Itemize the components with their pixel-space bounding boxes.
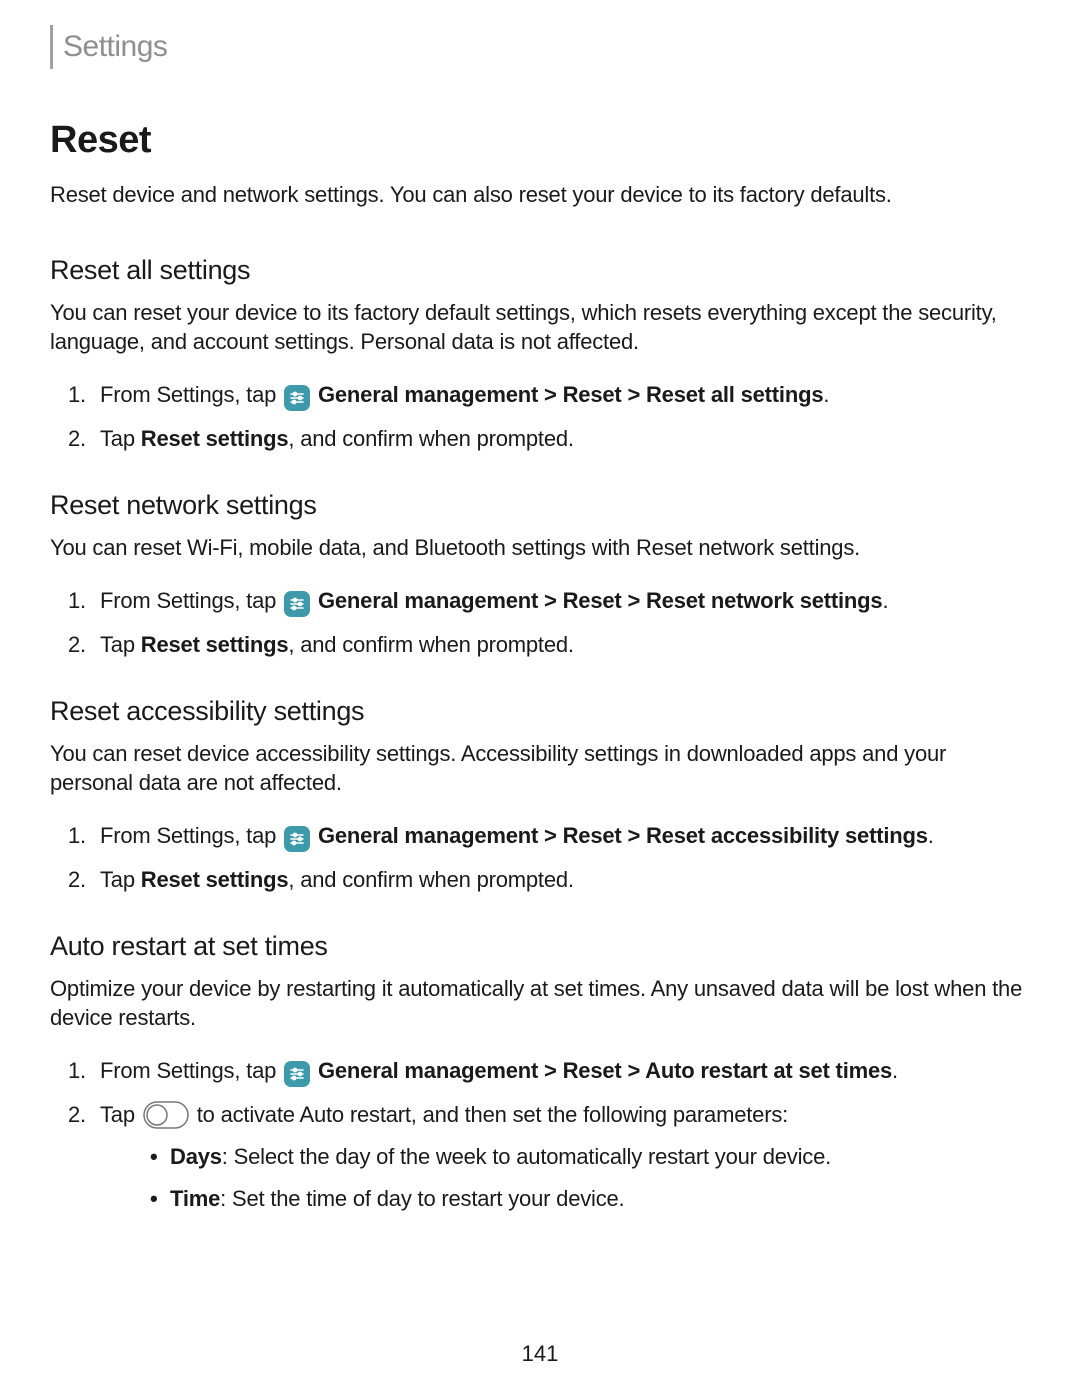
step-item: From Settings, tap General management > … xyxy=(50,1055,1025,1087)
step-action: Reset settings xyxy=(141,426,289,451)
period: . xyxy=(928,823,934,848)
menu-path: General management > Reset > Auto restar… xyxy=(318,1058,892,1083)
sublist-item: Days: Select the day of the week to auto… xyxy=(100,1141,1025,1173)
period: . xyxy=(882,588,888,613)
step-item: Tap Reset settings, and confirm when pro… xyxy=(50,629,1025,661)
sublist-item: Time: Set the time of day to restart you… xyxy=(100,1183,1025,1215)
steps-list: From Settings, tap General management > … xyxy=(50,1055,1025,1215)
step-item: Tap Reset settings, and confirm when pro… xyxy=(50,423,1025,455)
sliders-icon xyxy=(284,826,310,852)
section-heading: Reset all settings xyxy=(50,255,1025,286)
bullet-text: : Set the time of day to restart your de… xyxy=(220,1186,624,1211)
step-text: , and confirm when prompted. xyxy=(288,867,573,892)
step-text: From Settings, tap xyxy=(100,1058,282,1083)
step-item: From Settings, tap General management > … xyxy=(50,379,1025,411)
header-title: Settings xyxy=(63,30,167,64)
step-item: From Settings, tap General management > … xyxy=(50,820,1025,852)
page-header: Settings xyxy=(50,25,1025,69)
sliders-icon xyxy=(284,591,310,617)
section-heading: Reset network settings xyxy=(50,490,1025,521)
step-action: Reset settings xyxy=(141,867,289,892)
menu-path: General management > Reset > Reset netwo… xyxy=(318,588,882,613)
toggle-off-icon xyxy=(143,1101,189,1129)
period: . xyxy=(892,1058,898,1083)
section-reset-accessibility: Reset accessibility settings You can res… xyxy=(50,696,1025,896)
step-text: , and confirm when prompted. xyxy=(288,632,573,657)
section-desc: You can reset Wi-Fi, mobile data, and Bl… xyxy=(50,533,1025,563)
sublist: Days: Select the day of the week to auto… xyxy=(100,1141,1025,1215)
section-reset-network: Reset network settings You can reset Wi-… xyxy=(50,490,1025,661)
section-desc: You can reset device accessibility setti… xyxy=(50,739,1025,798)
main-intro: Reset device and network settings. You c… xyxy=(50,180,1025,210)
menu-path: General management > Reset > Reset acces… xyxy=(318,823,928,848)
step-text: From Settings, tap xyxy=(100,382,282,407)
step-text: Tap xyxy=(100,632,141,657)
sliders-icon xyxy=(284,385,310,411)
step-action: Reset settings xyxy=(141,632,289,657)
step-text: From Settings, tap xyxy=(100,588,282,613)
step-item: Tap to activate Auto restart, and then s… xyxy=(50,1099,1025,1215)
section-auto-restart: Auto restart at set times Optimize your … xyxy=(50,931,1025,1215)
section-heading: Reset accessibility settings xyxy=(50,696,1025,727)
steps-list: From Settings, tap General management > … xyxy=(50,820,1025,896)
step-item: From Settings, tap General management > … xyxy=(50,585,1025,617)
step-text: , and confirm when prompted. xyxy=(288,426,573,451)
step-text: Tap xyxy=(100,1102,141,1127)
section-desc: You can reset your device to its factory… xyxy=(50,298,1025,357)
step-text: Tap xyxy=(100,426,141,451)
section-heading: Auto restart at set times xyxy=(50,931,1025,962)
bullet-label: Time xyxy=(170,1186,220,1211)
bullet-label: Days xyxy=(170,1144,222,1169)
sliders-icon xyxy=(284,1061,310,1087)
step-text: From Settings, tap xyxy=(100,823,282,848)
main-heading: Reset xyxy=(50,119,1025,162)
steps-list: From Settings, tap General management > … xyxy=(50,379,1025,455)
section-reset-all: Reset all settings You can reset your de… xyxy=(50,255,1025,455)
period: . xyxy=(823,382,829,407)
step-text: to activate Auto restart, and then set t… xyxy=(191,1102,788,1127)
step-text: Tap xyxy=(100,867,141,892)
step-item: Tap Reset settings, and confirm when pro… xyxy=(50,864,1025,896)
page-number: 141 xyxy=(0,1341,1080,1367)
section-desc: Optimize your device by restarting it au… xyxy=(50,974,1025,1033)
menu-path: General management > Reset > Reset all s… xyxy=(318,382,823,407)
bullet-text: : Select the day of the week to automati… xyxy=(222,1144,831,1169)
steps-list: From Settings, tap General management > … xyxy=(50,585,1025,661)
